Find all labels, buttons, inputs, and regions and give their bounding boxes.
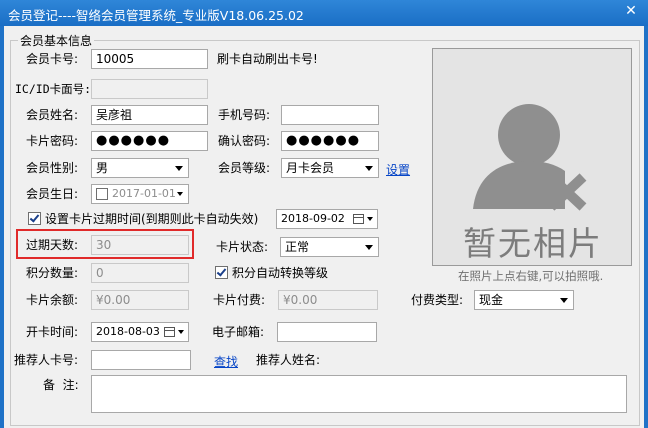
close-button[interactable]: ✕ [618, 2, 644, 20]
ic-card-label: IC/ID卡面号: [15, 82, 92, 96]
expire-time-checkbox[interactable] [28, 212, 41, 225]
member-name-label: 会员姓名: [26, 108, 79, 122]
check-icon [216, 266, 227, 277]
calendar-icon [353, 214, 364, 224]
card-hint-text: 刷卡自动刷出卡号! [217, 52, 318, 66]
birthday-value: 2017-01-01 [112, 187, 176, 200]
card-status-select[interactable]: 正常 [280, 237, 379, 257]
phone-label: 手机号码: [218, 108, 271, 122]
window-frame-left [0, 26, 4, 428]
member-level-select-value: 月卡会员 [286, 161, 335, 175]
window-title: 会员登记----智络会员管理系统_专业版V18.06.25.02 [8, 8, 304, 23]
pay-type-label: 付费类型: [411, 293, 464, 307]
highlight-box [16, 229, 194, 259]
balance-input[interactable]: ¥0.00 [91, 290, 189, 310]
birthday-label: 会员生日: [26, 187, 79, 201]
calendar-icon [164, 327, 175, 337]
email-label: 电子邮箱: [212, 325, 265, 339]
note-label: 备 注: [43, 378, 79, 392]
no-photo-text: 暂无相片 [463, 224, 603, 263]
birthday-enable-checkbox[interactable] [96, 188, 108, 200]
referrer-name-label: 推荐人姓名: [256, 353, 321, 367]
chevron-down-icon [175, 166, 183, 171]
confirm-password-input[interactable]: ●●●●●● [281, 131, 379, 151]
member-photo[interactable]: 暂无相片 [432, 48, 632, 266]
gender-select[interactable]: 男 [91, 158, 189, 178]
card-paid-input[interactable]: ¥0.00 [278, 290, 378, 310]
card-paid-label: 卡片付费: [213, 293, 266, 307]
points-input[interactable]: 0 [91, 263, 189, 283]
card-status-select-value: 正常 [285, 240, 310, 254]
photo-hint-text: 在照片上点右键,可以拍照哦. [458, 269, 604, 283]
gender-label: 会员性别: [26, 161, 79, 175]
expire-date-value: 2018-09-02 [281, 212, 345, 225]
find-referrer-link[interactable]: 查找 [214, 353, 238, 370]
member-name-input[interactable]: 吴彦祖 [91, 105, 208, 125]
level-settings-link[interactable]: 设置 [386, 161, 410, 178]
referrer-card-input[interactable] [91, 350, 191, 370]
chevron-down-icon [177, 192, 183, 196]
card-password-label: 卡片密码: [26, 134, 79, 148]
open-time-label: 开卡时间: [26, 325, 79, 339]
open-time-value: 2018-08-03 [96, 325, 160, 338]
expire-date-picker[interactable]: 2018-09-02 [276, 209, 378, 229]
note-textarea[interactable] [91, 375, 627, 413]
pay-type-select-value: 现金 [479, 293, 504, 307]
gender-select-value: 男 [96, 161, 109, 175]
auto-level-label: 积分自动转换等级 [232, 266, 329, 280]
auto-level-checkbox[interactable] [215, 266, 228, 279]
member-level-label: 会员等级: [218, 161, 271, 175]
chevron-down-icon [365, 166, 373, 171]
phone-input[interactable] [281, 105, 379, 125]
member-level-select[interactable]: 月卡会员 [281, 158, 379, 178]
balance-label: 卡片余额: [26, 293, 79, 307]
title-bar: 会员登记----智络会员管理系统_专业版V18.06.25.02 ✕ [0, 0, 648, 26]
card-no-label: 会员卡号: [26, 52, 79, 66]
chevron-down-icon [367, 217, 373, 221]
pay-type-select[interactable]: 现金 [474, 290, 574, 310]
card-password-input[interactable]: ●●●●●● [91, 131, 208, 151]
chevron-down-icon [178, 330, 184, 334]
expire-time-label: 设置卡片过期时间(到期则此卡自动失效) [45, 212, 259, 226]
chevron-down-icon [560, 298, 568, 303]
birthday-datepicker[interactable]: 2017-01-01 [91, 184, 189, 204]
referrer-card-label: 推荐人卡号: [14, 353, 79, 367]
confirm-password-label: 确认密码: [218, 134, 271, 148]
chevron-down-icon [365, 245, 373, 250]
ic-card-input[interactable] [91, 79, 208, 99]
window-frame-right [644, 26, 648, 428]
email-input[interactable] [277, 322, 377, 342]
open-time-picker[interactable]: 2018-08-03 [91, 322, 189, 342]
check-icon [29, 212, 40, 223]
card-status-label: 卡片状态: [216, 240, 269, 254]
points-label: 积分数量: [26, 266, 79, 280]
card-no-input[interactable]: 10005 [91, 49, 208, 69]
groupbox-legend: 会员基本信息 [18, 32, 95, 49]
